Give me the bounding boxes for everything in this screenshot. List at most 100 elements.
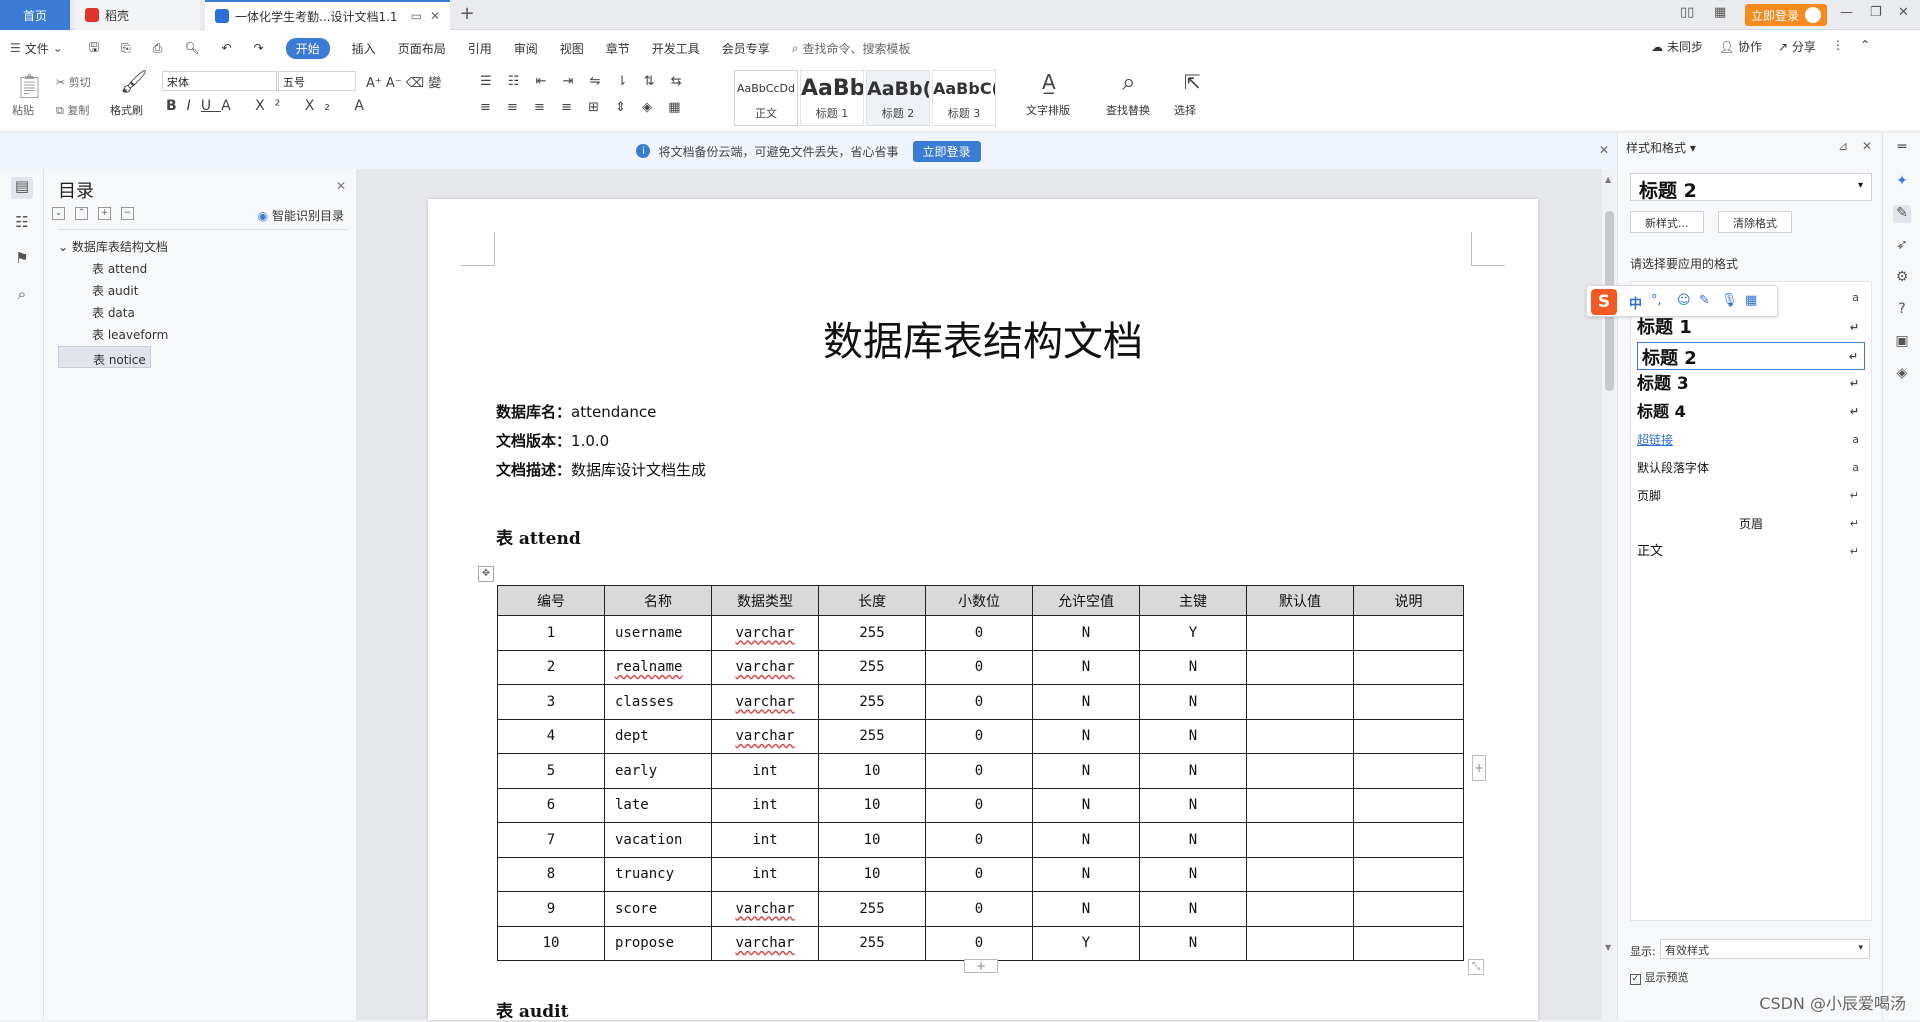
chapter-nav-icon[interactable]: ☷ (11, 213, 33, 235)
menu-file[interactable]: ☰ 文件 ⌄ (10, 40, 67, 57)
table-cell[interactable]: int (711, 753, 819, 789)
table-cell[interactable]: 1 (497, 615, 605, 651)
style-heading2[interactable]: AaBb( 标题 2 (866, 70, 930, 126)
table-cell[interactable]: 0 (925, 718, 1033, 754)
list-indent-icons[interactable]: ☰ ☷ ⇤ ⇥ ⇋ ⇂ ⇅ ⇆ (480, 74, 688, 89)
table-cell[interactable]: propose (604, 925, 712, 961)
style-pen-icon[interactable]: ✎ (1893, 205, 1911, 223)
table-cell[interactable]: N (1139, 649, 1247, 685)
table-cell[interactable]: 0 (925, 822, 1033, 858)
style-normal[interactable]: AaBbCcDd 正文 (734, 70, 798, 126)
scroll-up-icon[interactable]: ▲ (1605, 175, 1611, 184)
toc-close-icon[interactable]: ✕ (336, 179, 346, 193)
table-cell[interactable]: N (1032, 891, 1140, 927)
clear-format-button[interactable]: 清除格式 (1718, 211, 1792, 233)
table-cell[interactable]: 10 (818, 822, 926, 858)
table-cell[interactable]: varchar (711, 615, 819, 651)
new-style-button[interactable]: 新样式... (1630, 211, 1704, 233)
tab-pin-icon[interactable]: ▭ (411, 9, 422, 23)
document-page[interactable]: 数据库表结构文档 数据库名：attendance 文档版本：1.0.0 文档描述… (428, 199, 1538, 1022)
select-label[interactable]: 选择 (1174, 102, 1196, 118)
toc-item[interactable]: 表 audit (58, 280, 348, 302)
table-cell[interactable]: varchar (711, 718, 819, 754)
toc-expand-icon[interactable]: ⌃ (75, 207, 88, 220)
style-item-heading3[interactable]: 标题 3 ↵ (1637, 370, 1865, 398)
text-layout-label[interactable]: 文字排版 (1026, 102, 1070, 118)
toc-item[interactable]: 表 leaveform (58, 324, 348, 346)
table-cell[interactable]: 4 (497, 718, 605, 754)
table-cell[interactable]: 5 (497, 753, 605, 789)
ai-assist-icon[interactable]: ✦ (1893, 173, 1911, 191)
quick-preview-icon[interactable]: 🔍︎ (184, 41, 199, 55)
styles-panel-close-icon[interactable]: ✕ (1862, 139, 1872, 153)
notification-close-icon[interactable]: ✕ (1599, 143, 1609, 157)
table-cell[interactable] (1246, 615, 1354, 651)
table-cell[interactable]: N (1032, 822, 1140, 858)
table-cell[interactable] (1246, 856, 1354, 892)
redo-icon[interactable]: ↷ (254, 41, 264, 55)
cut-button[interactable]: ✂ 剪切 (56, 74, 91, 90)
style-item-header[interactable]: 页眉 ↵ (1637, 510, 1865, 538)
ime-skin-icon[interactable]: ✎ (1699, 293, 1710, 308)
table-cell[interactable]: early (604, 753, 712, 789)
table-cell[interactable]: truancy (604, 856, 712, 892)
smart-toc-button[interactable]: ◉ 智能识别目录 (258, 207, 344, 224)
table-cell[interactable]: N (1139, 822, 1247, 858)
table-cell[interactable]: 10 (818, 753, 926, 789)
table-cell[interactable]: N (1032, 684, 1140, 720)
table-cell[interactable]: int (711, 856, 819, 892)
table-cell[interactable]: 0 (925, 684, 1033, 720)
table-cell[interactable]: username (604, 615, 712, 651)
toc-item[interactable]: 表 attend (58, 258, 348, 280)
table-cell[interactable] (1353, 615, 1464, 651)
style-heading1[interactable]: AaBb 标题 1 (800, 70, 864, 126)
table-cell[interactable]: 0 (925, 649, 1033, 685)
toc-remove-icon[interactable]: − (121, 207, 134, 220)
table-cell[interactable]: 10 (818, 856, 926, 892)
add-column-icon[interactable]: + (1472, 755, 1486, 781)
toc-collapse-icon[interactable]: ⌄ (52, 207, 65, 220)
table-cell[interactable]: 8 (497, 856, 605, 892)
table-cell[interactable]: varchar (711, 684, 819, 720)
style-item-heading1[interactable]: 标题 1 ↵ (1637, 314, 1865, 342)
table-cell[interactable]: varchar (711, 891, 819, 927)
menu-member[interactable]: 会员专享 (722, 40, 770, 57)
menu-devtools[interactable]: 开发工具 (652, 40, 700, 57)
window-close-icon[interactable]: ✕ (1898, 5, 1909, 20)
ime-voice-icon[interactable]: 🎙︎ (1721, 293, 1738, 308)
table-cell[interactable] (1353, 891, 1464, 927)
table-cell[interactable]: 0 (925, 891, 1033, 927)
table-cell[interactable]: 0 (925, 925, 1033, 961)
find-replace-label[interactable]: 查找替换 (1106, 102, 1150, 118)
table-cell[interactable]: 3 (497, 684, 605, 720)
bookmark-icon[interactable]: ⚑ (11, 249, 33, 271)
table-cell[interactable]: 255 (818, 718, 926, 754)
select-cursor-icon[interactable]: ⇱ (1184, 70, 1201, 94)
ime-emoji-icon[interactable]: ☺ (1677, 293, 1691, 308)
help-icon[interactable]: ? (1893, 301, 1911, 319)
copy-button[interactable]: ⧉ 复制 (56, 102, 89, 118)
table-cell[interactable]: 7 (497, 822, 605, 858)
find-replace-icon[interactable]: ⌕ (1122, 68, 1135, 96)
table-cell[interactable]: N (1139, 891, 1247, 927)
current-style-select[interactable]: 标题 2 ▾ (1630, 173, 1872, 202)
table-cell[interactable] (1353, 753, 1464, 789)
table-cell[interactable]: score (604, 891, 712, 927)
table-cell[interactable] (1353, 822, 1464, 858)
toc-nav-icon[interactable]: ▤ (11, 177, 33, 199)
style-item-normal[interactable]: 正文 ↵ (1637, 538, 1865, 566)
table-cell[interactable] (1246, 753, 1354, 789)
table-cell[interactable]: N (1139, 684, 1247, 720)
table-cell[interactable] (1246, 684, 1354, 720)
tab-close-icon[interactable]: ✕ (430, 9, 440, 23)
menu-review[interactable]: 审阅 (514, 40, 538, 57)
undo-icon[interactable]: ↶ (222, 41, 232, 55)
ime-mode-toggle[interactable]: 中 (1629, 293, 1642, 312)
table-cell[interactable]: N (1139, 925, 1247, 961)
table-cell[interactable] (1353, 684, 1464, 720)
table-cell[interactable] (1353, 649, 1464, 685)
search-nav-icon[interactable]: ⌕ (11, 285, 33, 307)
show-styles-select[interactable]: 有效样式 ▾ (1660, 939, 1870, 959)
quick-export-icon[interactable]: ⎘ (121, 41, 131, 56)
more-icon[interactable]: ⋮ (1832, 38, 1844, 55)
